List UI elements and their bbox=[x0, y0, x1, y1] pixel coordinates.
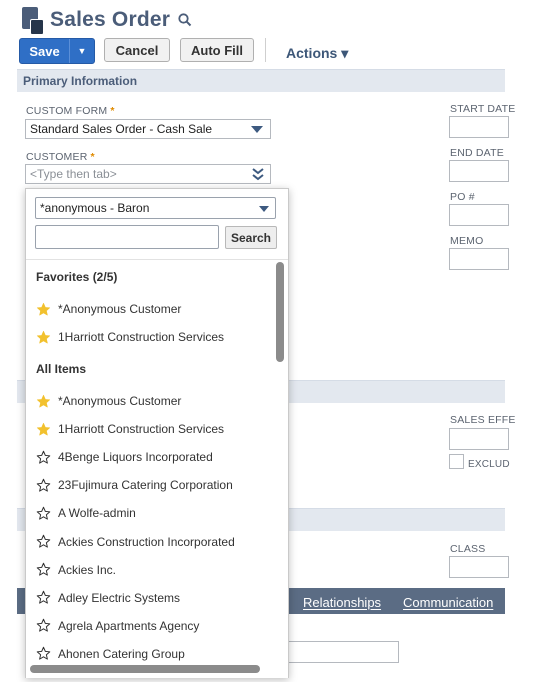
search-icon[interactable] bbox=[178, 12, 192, 32]
list-item-label: 1Harriott Construction Services bbox=[58, 422, 225, 437]
double-chevron-icon[interactable] bbox=[252, 167, 264, 184]
po-input[interactable] bbox=[449, 204, 509, 226]
customer-placeholder: <Type then tab> bbox=[30, 167, 117, 181]
list-item-label: 4Benge Liquors Incorporated bbox=[58, 450, 213, 465]
list-item-label: Ackies Inc. bbox=[58, 562, 117, 577]
list-item-label: *Anonymous Customer bbox=[58, 394, 182, 408]
exclude-label: EXCLUD bbox=[468, 459, 510, 470]
actions-menu[interactable]: Actions ▾ bbox=[286, 45, 348, 62]
sales-effective-input[interactable] bbox=[449, 428, 509, 450]
start-date-label: START DATE bbox=[450, 103, 516, 115]
popup-search-input[interactable] bbox=[35, 225, 219, 249]
cancel-button[interactable]: Cancel bbox=[104, 38, 170, 62]
star-outline-icon[interactable] bbox=[36, 478, 51, 493]
list-item[interactable]: Ackies Inc. bbox=[36, 560, 116, 580]
end-date-label: END DATE bbox=[450, 147, 504, 159]
end-date-input[interactable] bbox=[449, 160, 509, 182]
star-filled-icon[interactable] bbox=[36, 330, 51, 345]
vertical-scrollbar[interactable] bbox=[276, 262, 284, 362]
list-item[interactable]: Agrela Apartments Agency bbox=[36, 616, 199, 636]
save-button-label: Save bbox=[29, 43, 60, 59]
customer-filter-select[interactable]: *anonymous - Baron bbox=[35, 197, 276, 219]
list-item-label: *Anonymous Customer bbox=[58, 302, 182, 316]
list-item-label: 1Harriott Construction Services bbox=[58, 330, 225, 344]
star-filled-icon[interactable] bbox=[36, 422, 51, 437]
list-item-label: 23Fujimura Catering Corporation bbox=[58, 478, 233, 493]
star-outline-icon[interactable] bbox=[36, 450, 51, 465]
section-title: Primary Information bbox=[23, 74, 138, 88]
list-item[interactable]: Adley Electric Systems bbox=[36, 588, 180, 608]
primary-information-section[interactable]: Primary Information bbox=[17, 69, 505, 92]
customer-label: CUSTOMER * bbox=[26, 151, 95, 163]
po-label: PO # bbox=[450, 191, 475, 203]
subtab-input[interactable] bbox=[285, 641, 399, 663]
customer-field[interactable]: <Type then tab> bbox=[25, 164, 271, 184]
customer-list[interactable]: Favorites (2/5) All Items *Anonymous Cus… bbox=[26, 259, 288, 678]
horizontal-scrollbar[interactable] bbox=[30, 665, 260, 673]
list-item-label: Agrela Apartments Agency bbox=[58, 618, 200, 633]
list-item-label: Adley Electric Systems bbox=[58, 590, 181, 605]
custom-form-select[interactable]: Standard Sales Order - Cash Sale bbox=[25, 119, 271, 139]
list-item-label: Ahonen Catering Group bbox=[58, 646, 185, 661]
tab-relationships[interactable]: Relationships bbox=[303, 595, 381, 610]
list-item[interactable]: 4Benge Liquors Incorporated bbox=[36, 447, 213, 467]
list-item-label: A Wolfe-admin bbox=[58, 506, 136, 521]
list-item[interactable]: 1Harriott Construction Services bbox=[36, 419, 224, 439]
class-label: CLASS bbox=[450, 543, 486, 555]
toolbar-divider bbox=[265, 38, 266, 62]
all-items-header: All Items bbox=[36, 362, 87, 376]
star-filled-icon[interactable] bbox=[36, 302, 51, 317]
sales-order-icon bbox=[20, 7, 44, 35]
custom-form-value: Standard Sales Order - Cash Sale bbox=[30, 122, 213, 136]
list-item[interactable]: 23Fujimura Catering Corporation bbox=[36, 475, 233, 495]
list-item[interactable]: *Anonymous Customer bbox=[36, 391, 181, 411]
memo-label: MEMO bbox=[450, 235, 484, 247]
list-item[interactable]: A Wolfe-admin bbox=[36, 503, 136, 523]
auto-fill-button[interactable]: Auto Fill bbox=[180, 38, 254, 62]
chevron-down-icon bbox=[259, 206, 269, 212]
memo-input[interactable] bbox=[449, 248, 509, 270]
customer-filter-value: *anonymous - Baron bbox=[40, 201, 150, 215]
sales-effective-label: SALES EFFE bbox=[450, 414, 516, 426]
custom-form-label: CUSTOM FORM * bbox=[26, 105, 115, 117]
start-date-input[interactable] bbox=[449, 116, 509, 138]
tab-communication[interactable]: Communication bbox=[403, 595, 493, 610]
star-outline-icon[interactable] bbox=[36, 618, 51, 633]
star-outline-icon[interactable] bbox=[36, 506, 51, 521]
save-button[interactable]: Save ▼ bbox=[19, 38, 95, 64]
favorites-header: Favorites (2/5) bbox=[36, 270, 118, 284]
exclude-checkbox[interactable] bbox=[449, 454, 464, 469]
class-select[interactable] bbox=[449, 556, 509, 578]
star-outline-icon[interactable] bbox=[36, 562, 51, 577]
star-outline-icon[interactable] bbox=[36, 534, 51, 549]
list-item[interactable]: 1Harriott Construction Services bbox=[36, 327, 224, 347]
star-outline-icon[interactable] bbox=[36, 590, 51, 605]
list-item[interactable]: Ahonen Catering Group bbox=[36, 644, 185, 664]
star-outline-icon[interactable] bbox=[36, 646, 51, 661]
list-item[interactable]: Ackies Construction Incorporated bbox=[36, 532, 235, 552]
chevron-down-icon bbox=[251, 126, 263, 133]
save-dropdown-icon[interactable]: ▼ bbox=[70, 46, 94, 56]
star-filled-icon[interactable] bbox=[36, 394, 51, 409]
list-item-label: Ackies Construction Incorporated bbox=[58, 534, 235, 549]
page-title: Sales Order bbox=[50, 8, 171, 31]
page-header: Sales Order bbox=[20, 6, 192, 35]
list-item[interactable]: *Anonymous Customer bbox=[36, 299, 181, 319]
popup-search-button[interactable]: Search bbox=[225, 226, 277, 249]
